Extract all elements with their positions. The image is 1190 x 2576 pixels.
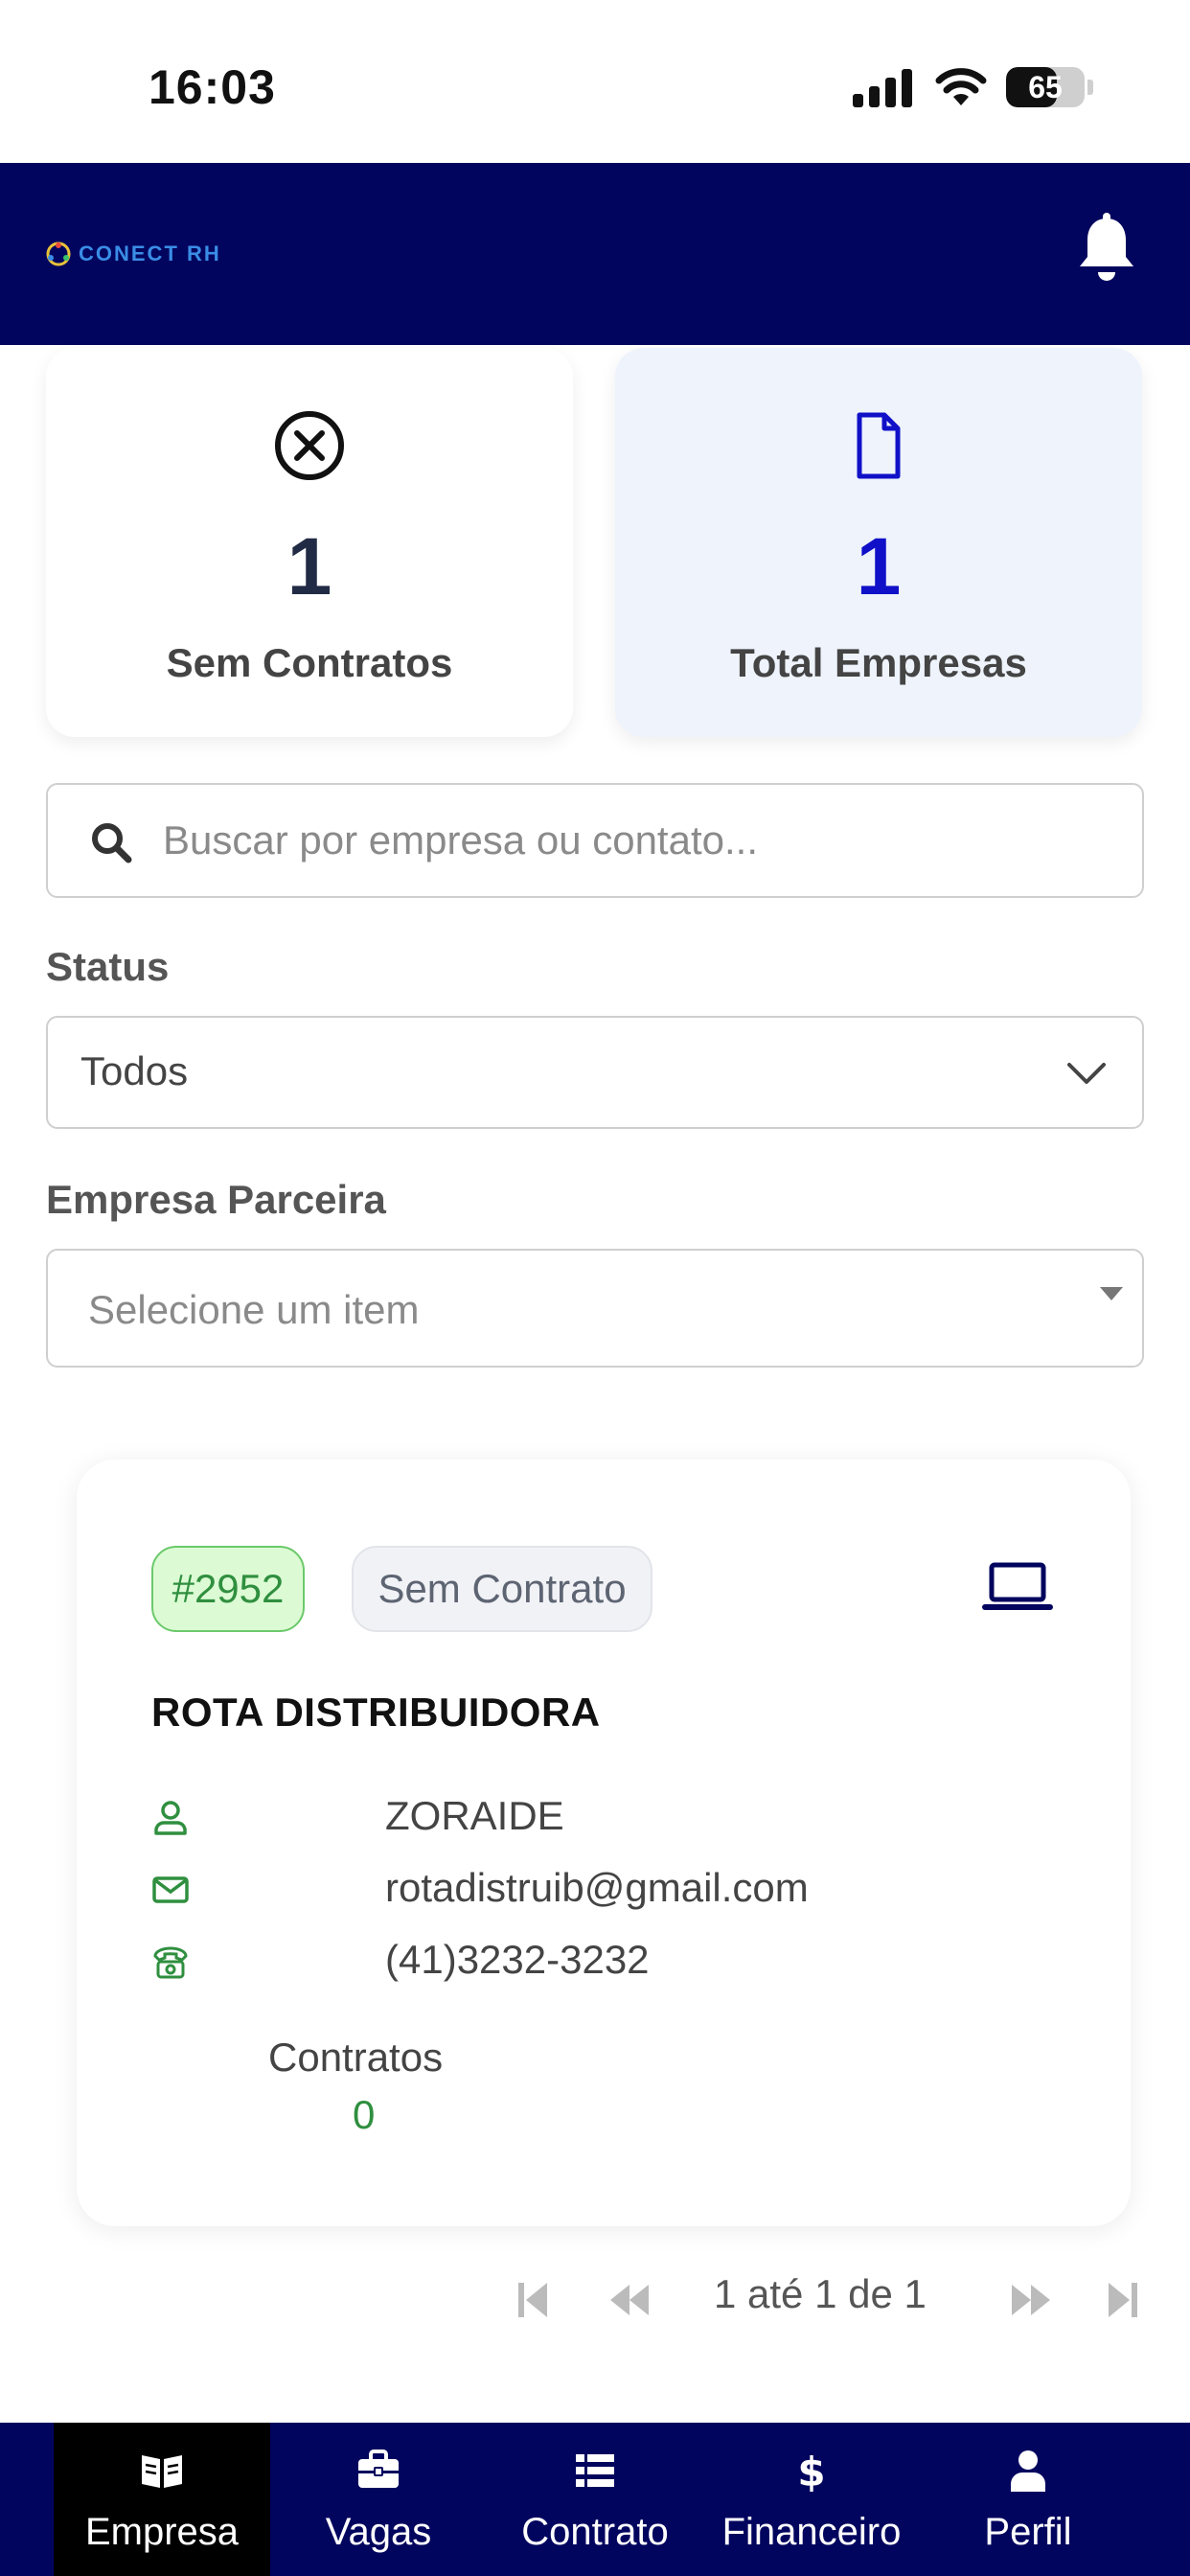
file-icon	[857, 412, 901, 479]
last-page-icon[interactable]	[1107, 2279, 1139, 2321]
search-icon	[92, 823, 132, 863]
list-icon	[576, 2454, 614, 2487]
dollar-icon: $	[797, 2450, 825, 2492]
nav-label: Vagas	[325, 2511, 432, 2553]
company-card[interactable]: #2952 Sem Contrato ROTA DISTRIBUIDORA ZO…	[77, 1460, 1131, 2226]
status-select-value: Todos	[80, 1048, 189, 1093]
search-input[interactable]	[163, 785, 1121, 896]
chevron-down-icon	[1067, 1063, 1106, 1084]
bell-icon[interactable]	[1075, 213, 1138, 286]
contact-phone: (41)3232-3232	[385, 1937, 650, 1982]
x-circle-icon	[275, 411, 344, 480]
stat-card-total-empresas[interactable]: 1 Total Empresas	[615, 348, 1142, 737]
contracts-label: Contratos	[268, 2035, 444, 2080]
battery-level: 65	[1028, 70, 1063, 104]
status-badge: Sem Contrato	[352, 1546, 652, 1632]
stat-label: Sem Contratos	[166, 640, 453, 685]
next-page-icon[interactable]	[1010, 2279, 1054, 2321]
contracts-count: 0	[353, 2092, 376, 2137]
contact-name: ZORAIDE	[385, 1793, 564, 1838]
nav-item-perfil[interactable]: Perfil	[920, 2423, 1136, 2576]
nav-label: Financeiro	[721, 2511, 902, 2553]
nav-label: Empresa	[84, 2511, 240, 2553]
laptop-icon[interactable]	[982, 1561, 1053, 1615]
nav-item-vagas[interactable]: Vagas	[270, 2423, 487, 2576]
company-id-badge: #2952	[151, 1546, 305, 1632]
nav-item-financeiro[interactable]: $ Financeiro	[703, 2423, 920, 2576]
stat-card-sem-contratos[interactable]: 1 Sem Contratos	[46, 348, 573, 737]
previous-page-icon[interactable]	[606, 2279, 651, 2321]
app-logo[interactable]: CONECT RH	[44, 240, 221, 268]
status-label: Status	[46, 944, 170, 989]
stat-value: 1	[286, 521, 332, 611]
book-icon	[142, 2455, 182, 2488]
nav-label: Contrato	[521, 2511, 669, 2553]
first-page-icon[interactable]	[515, 2279, 553, 2321]
svg-text:$: $	[797, 2450, 825, 2492]
logo-icon	[46, 242, 71, 266]
briefcase-icon	[358, 2450, 399, 2488]
status-bar: 16:03 65	[0, 0, 1190, 163]
pagination: 1 até 1 de 1	[0, 2262, 1190, 2338]
signal-icon	[853, 69, 914, 107]
partner-select[interactable]: Selecione um item	[46, 1249, 1144, 1368]
stat-label: Total Empresas	[730, 640, 1027, 685]
wifi-icon	[935, 68, 987, 105]
status-time: 16:03	[149, 60, 276, 114]
logo-text: CONECT RH	[79, 242, 221, 265]
partner-label: Empresa Parceira	[46, 1177, 386, 1222]
phone-icon	[153, 1946, 188, 1979]
status-select[interactable]: Todos	[46, 1016, 1144, 1129]
phone-row: (41)3232-3232	[151, 1931, 1014, 1989]
battery-icon: 65	[1006, 67, 1085, 107]
email-row: rotadistruib@gmail.com	[151, 1859, 1014, 1917]
user-icon	[1011, 2450, 1045, 2492]
pagination-text: 1 até 1 de 1	[714, 2271, 927, 2316]
partner-select-placeholder: Selecione um item	[88, 1287, 420, 1332]
bottom-nav: Empresa Vagas Contrato $ Financeiro Perf…	[0, 2423, 1190, 2576]
nav-item-contrato[interactable]: Contrato	[487, 2423, 703, 2576]
caret-down-icon	[1100, 1287, 1123, 1300]
contact-row: ZORAIDE	[151, 1787, 1014, 1845]
stat-value: 1	[856, 521, 902, 611]
nav-label: Perfil	[984, 2511, 1072, 2553]
user-outline-icon	[154, 1801, 187, 1835]
app-header: CONECT RH	[0, 163, 1190, 345]
mail-icon	[152, 1876, 189, 1903]
search-box[interactable]	[46, 783, 1144, 898]
nav-item-empresa[interactable]: Empresa	[54, 2423, 270, 2576]
contact-email: rotadistruib@gmail.com	[385, 1865, 809, 1910]
company-name: ROTA DISTRIBUIDORA	[151, 1690, 601, 1735]
